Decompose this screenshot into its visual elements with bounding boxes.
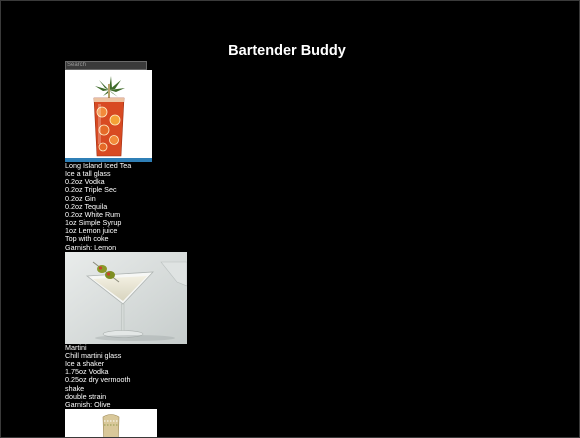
drink-image: [65, 408, 157, 437]
recipe-step: Garnish: Lemon: [65, 242, 117, 252]
drink-list: Long Island Iced Tea Ice a tall glass 0.…: [65, 61, 187, 437]
drink-card-long-island[interactable]: Long Island Iced Tea Ice a tall glass 0.…: [65, 70, 187, 252]
drink-card-third[interactable]: [65, 408, 187, 437]
app-window: Bartender Buddy Search Long Island Iced …: [0, 0, 580, 438]
drink-recipe: Long Island Iced Tea Ice a tall glass 0.…: [65, 161, 187, 252]
drink-recipe: Martini Chill martini glass Ice a shaker…: [65, 343, 187, 409]
search-input[interactable]: [65, 61, 147, 70]
recipe-step: Garnish: Olive: [65, 399, 111, 409]
drink-card-martini[interactable]: Martini Chill martini glass Ice a shaker…: [65, 251, 187, 409]
martini-image: [65, 251, 187, 344]
long-island-iced-tea-image: [65, 70, 152, 162]
page-title: Bartender Buddy: [228, 43, 346, 59]
